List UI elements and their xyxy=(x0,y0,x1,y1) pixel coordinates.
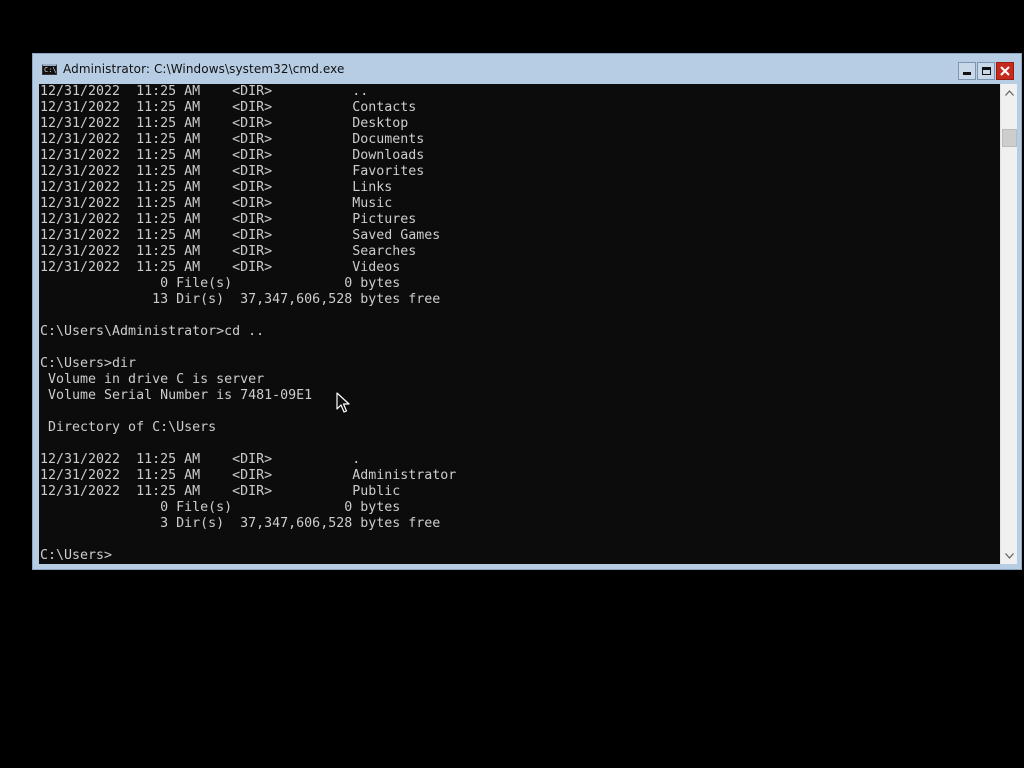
close-button[interactable] xyxy=(996,62,1014,80)
console-line: 12/31/2022 11:25 AM <DIR> Favorites xyxy=(40,164,425,179)
maximize-icon xyxy=(981,67,991,75)
console-line: Directory of C:\Users xyxy=(40,420,217,435)
console-line: C:\Users\Administrator>cd .. xyxy=(40,324,265,339)
console-line: 12/31/2022 11:25 AM <DIR> Desktop xyxy=(40,116,409,131)
minimize-button[interactable] xyxy=(958,62,976,80)
console-line: C:\Users>dir xyxy=(40,356,137,371)
console-line: 12/31/2022 11:25 AM <DIR> Videos xyxy=(40,260,401,275)
console-line: Volume Serial Number is 7481-09E1 xyxy=(40,388,313,403)
maximize-button[interactable] xyxy=(977,62,995,80)
console-line: 12/31/2022 11:25 AM <DIR> Public xyxy=(40,484,401,499)
console-line: 12/31/2022 11:25 AM <DIR> Documents xyxy=(40,132,425,147)
console-line: 0 File(s) 0 bytes xyxy=(40,276,401,291)
scroll-up-button[interactable] xyxy=(1001,84,1018,101)
console-line: 12/31/2022 11:25 AM <DIR> Contacts xyxy=(40,100,417,115)
scrollbar-thumb[interactable] xyxy=(1002,129,1017,147)
console-line: 12/31/2022 11:25 AM <DIR> . xyxy=(40,452,361,467)
scroll-up-arrow-icon xyxy=(1005,89,1014,96)
cmd-icon: C:\ xyxy=(42,63,57,75)
console-line: 3 Dir(s) 37,347,606,528 bytes free xyxy=(40,516,441,531)
title-bar[interactable]: C:\ Administrator: C:\Windows\system32\c… xyxy=(33,54,1021,84)
console-output[interactable]: 12/31/2022 11:25 AM <DIR> .. 12/31/2022 1… xyxy=(39,84,999,564)
console-line: 12/31/2022 11:25 AM <DIR> Saved Games xyxy=(40,228,441,243)
mouse-pointer-icon xyxy=(336,392,350,413)
minimize-icon xyxy=(963,72,971,75)
vertical-scrollbar[interactable] xyxy=(1000,84,1017,564)
window-controls xyxy=(958,62,1014,80)
window-title: Administrator: C:\Windows\system32\cmd.e… xyxy=(63,62,345,76)
console-line: C:\Users> xyxy=(40,548,113,563)
console-line: 12/31/2022 11:25 AM <DIR> Administrator xyxy=(40,468,457,483)
scroll-down-arrow-icon xyxy=(1005,552,1014,559)
console-line: 12/31/2022 11:25 AM <DIR> Links xyxy=(40,180,393,195)
console-line: 12/31/2022 11:25 AM <DIR> Pictures xyxy=(40,212,417,227)
console-line: 13 Dir(s) 37,347,606,528 bytes free xyxy=(40,292,441,307)
console-line: 12/31/2022 11:25 AM <DIR> Searches xyxy=(40,244,417,259)
scroll-down-button[interactable] xyxy=(1001,547,1018,564)
console-area[interactable]: 12/31/2022 11:25 AM <DIR> .. 12/31/2022 1… xyxy=(39,84,1017,564)
console-line: Volume in drive C is server xyxy=(40,372,265,387)
cmd-window[interactable]: C:\ Administrator: C:\Windows\system32\c… xyxy=(32,53,1022,570)
console-line: 12/31/2022 11:25 AM <DIR> Downloads xyxy=(40,148,425,163)
console-line: 0 File(s) 0 bytes xyxy=(40,500,401,515)
close-icon xyxy=(1000,66,1010,76)
console-line: 12/31/2022 11:25 AM <DIR> Music xyxy=(40,196,393,211)
console-line: 12/31/2022 11:25 AM <DIR> .. xyxy=(40,84,369,99)
